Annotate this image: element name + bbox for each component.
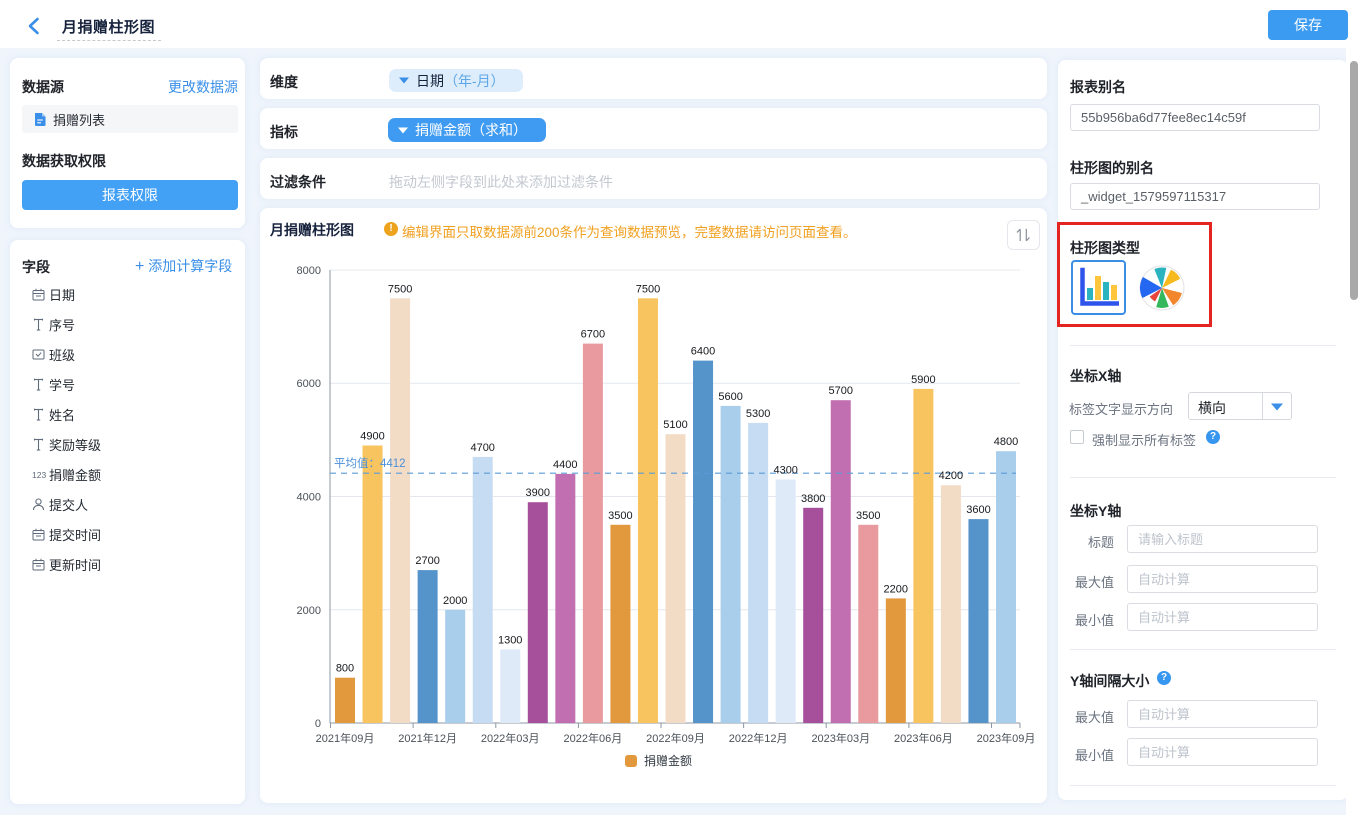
svg-text:4900: 4900 <box>360 431 384 443</box>
svg-text:2200: 2200 <box>884 583 908 595</box>
svg-text:2023年03月: 2023年03月 <box>811 731 870 745</box>
svg-text:3900: 3900 <box>526 487 550 499</box>
svg-text:6000: 6000 <box>297 378 321 390</box>
svg-text:5600: 5600 <box>718 391 742 403</box>
svg-text:4400: 4400 <box>553 459 577 471</box>
svg-text:6400: 6400 <box>691 346 715 358</box>
svg-text:4700: 4700 <box>470 442 494 454</box>
svg-text:2000: 2000 <box>443 595 467 607</box>
svg-text:5300: 5300 <box>746 408 770 420</box>
svg-text:5900: 5900 <box>911 374 935 386</box>
svg-text:2700: 2700 <box>415 555 439 567</box>
svg-text:2022年12月: 2022年12月 <box>729 731 788 745</box>
svg-text:平均值：4412: 平均值：4412 <box>334 457 406 470</box>
svg-text:4000: 4000 <box>297 492 321 504</box>
svg-text:3500: 3500 <box>608 510 632 522</box>
svg-text:6700: 6700 <box>581 329 605 341</box>
svg-text:3500: 3500 <box>856 510 880 522</box>
svg-text:4300: 4300 <box>773 465 797 477</box>
svg-text:2023年09月: 2023年09月 <box>977 731 1036 745</box>
svg-text:2021年09月: 2021年09月 <box>316 731 375 745</box>
svg-text:123: 123 <box>32 470 46 480</box>
svg-text:2023年06月: 2023年06月 <box>894 731 953 745</box>
svg-text:5700: 5700 <box>829 385 853 397</box>
svg-text:2022年09月: 2022年09月 <box>646 731 705 745</box>
svg-text:2000: 2000 <box>297 605 321 617</box>
svg-text:2022年06月: 2022年06月 <box>564 731 623 745</box>
svg-text:3600: 3600 <box>966 504 990 516</box>
svg-text:7500: 7500 <box>636 283 660 295</box>
svg-text:800: 800 <box>336 663 354 675</box>
svg-text:3800: 3800 <box>801 493 825 505</box>
svg-text:捐赠金额: 捐赠金额 <box>644 753 692 768</box>
svg-text:2021年12月: 2021年12月 <box>398 731 457 745</box>
svg-text:1300: 1300 <box>498 634 522 646</box>
svg-text:0: 0 <box>315 718 321 730</box>
svg-text:4800: 4800 <box>994 436 1018 448</box>
svg-text:2022年03月: 2022年03月 <box>481 731 540 745</box>
svg-text:5100: 5100 <box>663 419 687 431</box>
svg-text:8000: 8000 <box>297 265 321 277</box>
svg-text:4200: 4200 <box>939 470 963 482</box>
svg-text:7500: 7500 <box>388 283 412 295</box>
